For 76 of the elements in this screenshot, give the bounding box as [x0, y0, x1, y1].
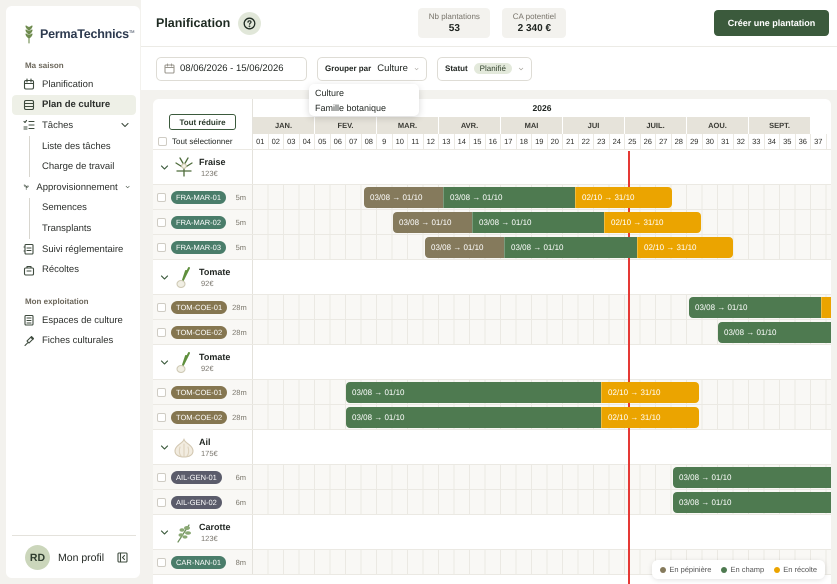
crop-name: Ail: [199, 436, 212, 446]
stat-label: Nb plantations: [428, 12, 480, 21]
chevron-icon[interactable]: [160, 358, 169, 366]
garlic-icon: [173, 436, 195, 458]
nav-item[interactable]: Récoltes: [12, 259, 136, 280]
nav-icon: [23, 243, 35, 256]
plant-icon: [173, 156, 195, 178]
timeline-bar[interactable]: 03/08 → 01/10: [425, 237, 504, 258]
checkbox[interactable]: [157, 302, 166, 312]
timeline-bar[interactable]: 03/08 → 01/10: [689, 297, 821, 318]
profile-name[interactable]: Mon profil: [58, 552, 109, 564]
stat-value: 53: [448, 23, 460, 34]
timeline-bar[interactable]: 03/08 → 01/10: [673, 492, 831, 513]
stat-label: CA potentiel: [512, 12, 556, 21]
checkbox[interactable]: [157, 558, 166, 566]
checkbox[interactable]: [157, 242, 166, 252]
nav-item[interactable]: Fiches culturales: [12, 330, 136, 352]
help-button[interactable]: [238, 12, 262, 34]
timeline-bar[interactable]: 03/08 → 01/10: [472, 212, 604, 233]
timeline-bar[interactable]: 03/08 → 01/10: [718, 322, 831, 343]
checkbox[interactable]: [157, 472, 166, 482]
nav-icon: [23, 119, 35, 132]
timeline-bar[interactable]: 03/08 → 01/10: [346, 407, 601, 428]
create-plantation-button[interactable]: Créer une plantation: [714, 10, 829, 36]
timeline-bar[interactable]: 03/08 → 01/10: [364, 187, 443, 208]
nav-icon: [23, 264, 35, 276]
select-all-label: Tout sélectionner: [172, 137, 232, 146]
timeline-bar[interactable]: 03/08 → 01/10: [673, 467, 831, 488]
collapse-all-button[interactable]: Tout réduire: [169, 114, 236, 130]
chevron-icon[interactable]: [160, 442, 169, 452]
timeline-bar[interactable]: 03/08 → 01/10: [346, 382, 601, 403]
help-icon: [243, 16, 256, 30]
crop-name: Fraise: [199, 156, 226, 166]
checkbox[interactable]: [157, 192, 166, 202]
nav-item[interactable]: Tâches: [12, 115, 136, 136]
nav-item[interactable]: Suivi réglementaire: [12, 238, 136, 260]
nav-icon: [23, 98, 35, 111]
stat-value: 2 340 €: [518, 23, 552, 34]
crop-name: Tomate: [199, 266, 230, 276]
crop-name: Tomate: [199, 352, 230, 362]
chevron-icon[interactable]: [160, 162, 169, 172]
timeline-bar[interactable]: 03/08 → 01/10: [443, 187, 575, 208]
date-range-field[interactable]: 08/06/2026 - 15/06/2026: [156, 56, 307, 80]
crop-name: Carotte: [199, 522, 231, 532]
nav-subitem[interactable]: Transplants: [30, 218, 136, 239]
section-title: Ma saison: [24, 61, 65, 70]
checkbox[interactable]: [157, 388, 166, 396]
nav-item[interactable]: Planification: [12, 74, 136, 95]
nav-item[interactable]: Espaces de culture: [12, 310, 136, 331]
calendar-icon: [164, 63, 175, 74]
timeline-bar[interactable]: 03/08 → 01/10: [504, 237, 637, 258]
group-by-select[interactable]: Grouper par Culture: [317, 56, 427, 80]
checkbox[interactable]: [157, 218, 166, 226]
nav-icon: [23, 78, 35, 90]
menu-option[interactable]: Famille botanique: [309, 100, 419, 115]
checkbox[interactable]: [157, 498, 166, 506]
checkbox[interactable]: [157, 412, 166, 422]
nav-subitem[interactable]: Charge de travail: [30, 156, 136, 177]
year-label: 2026: [532, 103, 552, 113]
page-title: Planification: [156, 16, 230, 30]
chevron-icon[interactable]: [160, 272, 169, 282]
collapse-sidebar-icon[interactable]: [117, 552, 128, 563]
nav-icon: [23, 314, 35, 326]
nav-item[interactable]: Plan de culture: [12, 94, 136, 116]
checkbox[interactable]: [158, 137, 167, 146]
status-filter[interactable]: Statut Planifié: [437, 56, 532, 80]
section-title: Mon exploitation: [24, 296, 90, 306]
checkbox[interactable]: [157, 328, 166, 336]
nav-icon: [23, 334, 35, 347]
avatar[interactable]: RD: [25, 545, 50, 570]
chevron-icon[interactable]: [160, 528, 169, 536]
menu-option[interactable]: Culture: [309, 85, 419, 100]
nav-item[interactable]: Approvisionnement: [12, 176, 136, 198]
nav-subitem[interactable]: Semences: [30, 198, 136, 218]
nav-subitem[interactable]: Liste des tâches: [30, 136, 136, 156]
timeline-bar[interactable]: 03/08 → 01/10: [393, 212, 472, 233]
